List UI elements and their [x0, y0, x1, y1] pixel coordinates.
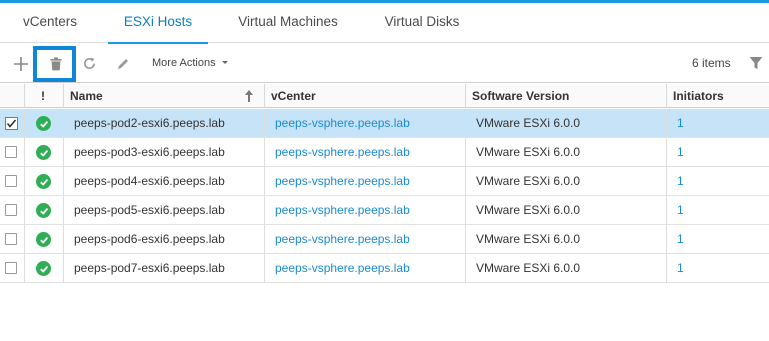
tab-esxi-hosts[interactable]: ESXi Hosts	[108, 3, 208, 44]
software-version: VMware ESXi 6.0.0	[476, 203, 581, 217]
host-name: peeps-pod7-esxi6.peeps.lab	[74, 261, 225, 275]
table-row[interactable]: peeps-pod2-esxi6.peeps.lab peeps-vsphere.…	[0, 109, 769, 138]
delete-button-highlight	[33, 46, 76, 82]
items-count: 6 items	[692, 56, 731, 70]
software-version: VMware ESXi 6.0.0	[476, 261, 581, 275]
column-divider	[24, 109, 25, 138]
column-divider	[264, 225, 265, 254]
status-ok-icon	[36, 203, 51, 218]
name-column-header[interactable]: Name	[63, 84, 264, 108]
vcenter-link[interactable]: peeps-vsphere.peeps.lab	[275, 167, 410, 196]
column-divider	[264, 109, 265, 138]
column-divider	[465, 167, 466, 196]
initiators-link[interactable]: 1	[677, 225, 684, 254]
initiators-column-header[interactable]: Initiators	[666, 84, 769, 108]
add-button[interactable]	[10, 44, 32, 83]
host-name: peeps-pod2-esxi6.peeps.lab	[74, 116, 225, 130]
more-actions-button[interactable]: More Actions	[152, 44, 228, 83]
column-divider	[465, 109, 466, 138]
status-ok-icon	[36, 174, 51, 189]
tab-virtual-disks[interactable]: Virtual Disks	[370, 3, 474, 43]
column-divider	[666, 109, 667, 138]
host-name: peeps-pod6-esxi6.peeps.lab	[74, 232, 225, 246]
vcenter-link[interactable]: peeps-vsphere.peeps.lab	[275, 138, 410, 167]
table-row[interactable]: peeps-pod6-esxi6.peeps.lab peeps-vsphere.…	[0, 225, 769, 254]
status-ok-icon	[36, 145, 51, 160]
column-divider	[24, 167, 25, 196]
column-divider	[666, 196, 667, 225]
table-header: ! Name vCenter Software Version Initiato…	[0, 84, 769, 108]
column-divider	[24, 196, 25, 225]
row-checkbox[interactable]	[5, 146, 17, 158]
more-actions-label: More Actions	[152, 57, 216, 69]
column-divider	[465, 254, 466, 283]
refresh-button[interactable]	[78, 44, 100, 83]
software-version-column-header[interactable]: Software Version	[465, 84, 666, 108]
add-icon	[14, 56, 28, 71]
host-name: peeps-pod4-esxi6.peeps.lab	[74, 174, 225, 188]
column-divider	[24, 138, 25, 167]
column-divider	[465, 138, 466, 167]
software-version: VMware ESXi 6.0.0	[476, 174, 581, 188]
row-checkbox[interactable]	[5, 175, 17, 187]
column-divider	[63, 254, 64, 283]
status-ok-icon	[36, 261, 51, 276]
column-divider	[264, 138, 265, 167]
refresh-icon	[83, 57, 95, 69]
filter-icon	[749, 57, 763, 69]
row-checkbox[interactable]	[5, 262, 17, 274]
column-divider	[63, 109, 64, 138]
column-divider	[63, 225, 64, 254]
column-divider	[24, 225, 25, 254]
table-row[interactable]: peeps-pod7-esxi6.peeps.lab peeps-vsphere.…	[0, 254, 769, 283]
initiators-link[interactable]: 1	[677, 167, 684, 196]
column-divider	[63, 167, 64, 196]
select-all-header[interactable]	[0, 84, 24, 108]
column-divider	[264, 254, 265, 283]
edit-button[interactable]	[112, 44, 134, 83]
row-checkbox-checked[interactable]	[5, 117, 18, 130]
column-divider	[264, 196, 265, 225]
table-row[interactable]: peeps-pod3-esxi6.peeps.lab peeps-vsphere.…	[0, 138, 769, 167]
status-ok-icon	[36, 232, 51, 247]
vcenter-link[interactable]: peeps-vsphere.peeps.lab	[275, 109, 410, 138]
row-checkbox[interactable]	[5, 233, 17, 245]
column-divider	[465, 225, 466, 254]
column-divider	[666, 225, 667, 254]
column-divider	[63, 196, 64, 225]
column-divider	[465, 196, 466, 225]
status-ok-icon	[36, 116, 51, 131]
table-row[interactable]: peeps-pod5-esxi6.peeps.lab peeps-vsphere.…	[0, 196, 769, 225]
initiators-link[interactable]: 1	[677, 254, 684, 283]
tab-virtual-machines[interactable]: Virtual Machines	[224, 3, 352, 43]
tab-bar: vCenters ESXi Hosts Virtual Machines Vir…	[0, 3, 769, 44]
row-checkbox[interactable]	[5, 204, 17, 216]
initiators-link[interactable]: 1	[677, 138, 684, 167]
table-row[interactable]: peeps-pod4-esxi6.peeps.lab peeps-vsphere.…	[0, 167, 769, 196]
pencil-icon	[118, 58, 128, 69]
filter-button[interactable]	[746, 52, 766, 74]
software-version: VMware ESXi 6.0.0	[476, 116, 581, 130]
column-divider	[264, 167, 265, 196]
column-divider	[63, 138, 64, 167]
column-divider	[24, 254, 25, 283]
column-divider	[666, 167, 667, 196]
column-divider	[666, 254, 667, 283]
status-column-header[interactable]: !	[24, 84, 63, 108]
vcenter-link[interactable]: peeps-vsphere.peeps.lab	[275, 254, 410, 283]
tab-vcenters[interactable]: vCenters	[0, 3, 100, 43]
sort-ascending-icon[interactable]	[244, 89, 254, 103]
vcenter-link[interactable]: peeps-vsphere.peeps.lab	[275, 196, 410, 225]
initiators-link[interactable]: 1	[677, 196, 684, 225]
software-version: VMware ESXi 6.0.0	[476, 145, 581, 159]
vcenter-link[interactable]: peeps-vsphere.peeps.lab	[275, 225, 410, 254]
caret-down-icon	[221, 60, 228, 64]
initiators-link[interactable]: 1	[677, 109, 684, 138]
host-name: peeps-pod5-esxi6.peeps.lab	[74, 203, 225, 217]
software-version: VMware ESXi 6.0.0	[476, 232, 581, 246]
vcenter-column-header[interactable]: vCenter	[264, 84, 465, 108]
column-divider	[666, 138, 667, 167]
host-name: peeps-pod3-esxi6.peeps.lab	[74, 145, 225, 159]
toolbar	[0, 44, 769, 83]
